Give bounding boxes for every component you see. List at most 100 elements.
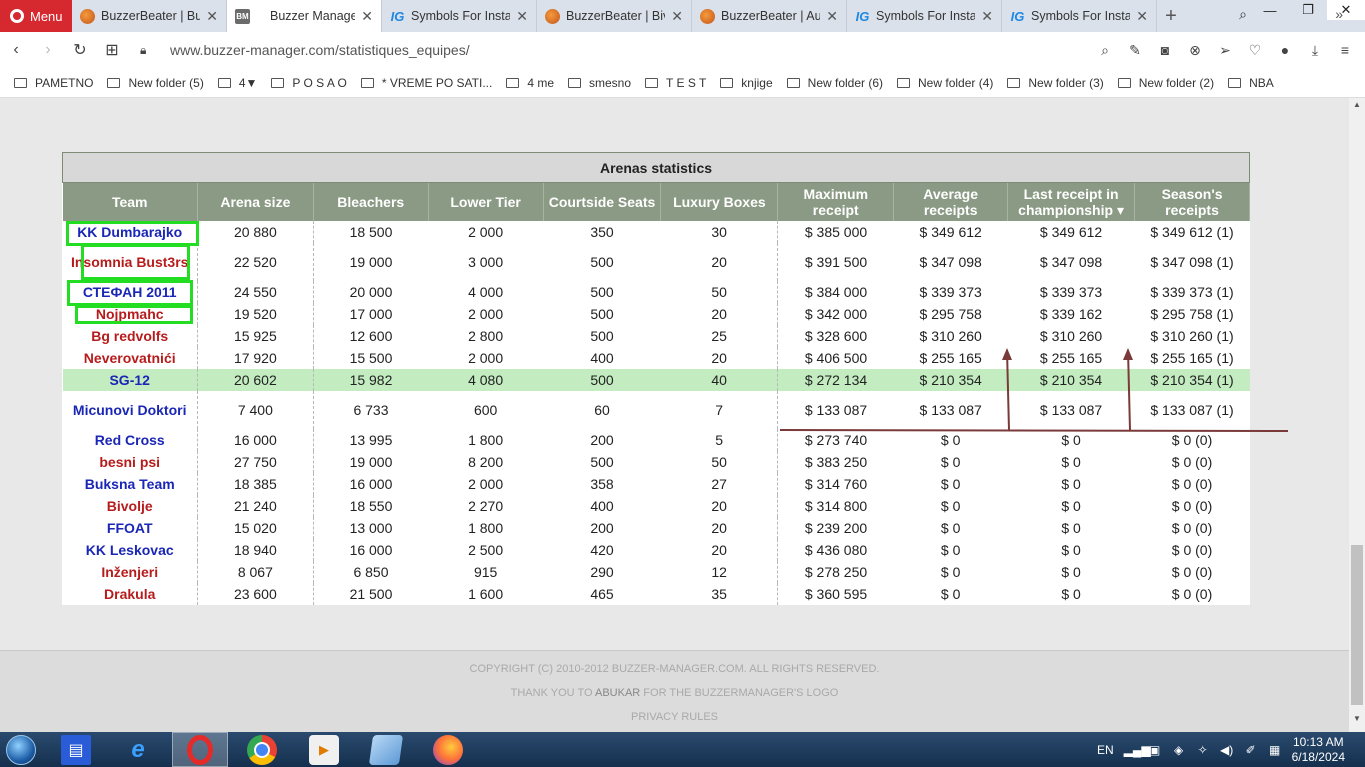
team-name-link[interactable]: SG-12	[62, 368, 198, 391]
tab-close-icon[interactable]: ✕	[1136, 8, 1148, 25]
team-name-link[interactable]: FFOAT	[62, 516, 198, 539]
team-name-link[interactable]: Bivolje	[62, 494, 198, 517]
lock-icon[interactable]: 🔒︎	[140, 43, 160, 58]
adblock-icon[interactable]: ⊗	[1185, 42, 1205, 59]
credit-link[interactable]: ABUKAR	[595, 687, 640, 699]
column-header[interactable]: Maximum receipt	[777, 182, 895, 221]
back-icon[interactable]: ‹	[0, 41, 32, 59]
tab-title: Symbols For Instag	[876, 9, 976, 23]
minimize-button[interactable]: —	[1251, 0, 1289, 20]
team-name-link[interactable]: besni psi	[62, 450, 198, 473]
profile-icon[interactable]: ●	[1275, 42, 1295, 58]
camera-icon[interactable]: ◙	[1155, 42, 1175, 58]
tab-close-icon[interactable]: ✕	[361, 8, 373, 25]
bookmark-folder[interactable]: NBA	[1228, 76, 1274, 90]
table-cell: $ 310 260	[1039, 327, 1103, 344]
column-header[interactable]: Luxury Boxes	[660, 182, 779, 221]
bookmark-folder[interactable]: New folder (5)	[107, 76, 204, 90]
taskbar-app-ie[interactable]: e	[110, 732, 166, 767]
tab-close-icon[interactable]: ✕	[516, 8, 528, 25]
bookmark-folder[interactable]: 4 me	[506, 76, 554, 90]
browser-tab[interactable]: IG Symbols For Instag ✕	[382, 0, 537, 32]
forward-icon[interactable]: ›	[32, 41, 64, 59]
settings-menu-icon[interactable]: ≡	[1335, 42, 1355, 58]
table-cell: 7 400	[197, 390, 314, 429]
scrollbar-thumb[interactable]	[1351, 545, 1363, 705]
taskbar-app-media[interactable]: ▶	[296, 732, 352, 767]
bookmark-folder[interactable]: New folder (2)	[1117, 76, 1214, 90]
bookmark-folder[interactable]: smesno	[568, 76, 631, 90]
team-name-link[interactable]: Inženjeri	[62, 560, 198, 583]
privacy-link[interactable]: PRIVACY RULES	[0, 711, 1349, 723]
reload-icon[interactable]: ↻	[64, 40, 96, 60]
url-field[interactable]: www.buzzer-manager.com/statistiques_equi…	[170, 42, 470, 58]
tab-close-icon[interactable]: ✕	[981, 8, 993, 25]
bookmark-folder[interactable]: New folder (4)	[897, 76, 993, 90]
browser-tab[interactable]: IG Symbols For Instag ✕	[847, 0, 1002, 32]
tab-close-icon[interactable]: ✕	[671, 8, 683, 25]
browser-tab[interactable]: BuzzerBeater | Aud ✕	[692, 0, 847, 32]
edit-icon[interactable]: ✎	[1125, 42, 1145, 59]
heart-icon[interactable]: ♡	[1245, 42, 1265, 59]
bookmark-folder[interactable]: New folder (3)	[1007, 76, 1104, 90]
team-name-link[interactable]: Bg redvolfs	[62, 324, 198, 347]
tab-search-icon[interactable]: ⌕	[1239, 6, 1247, 23]
bookmark-folder[interactable]: * VREME PO SATI...	[360, 76, 492, 90]
taskbar-app-chrome[interactable]	[234, 732, 290, 767]
table-cell: $ 295 758 (1)	[1150, 305, 1234, 322]
network-icon[interactable]: ◈	[1172, 743, 1186, 757]
volume-icon[interactable]: ◀)	[1220, 743, 1234, 757]
team-name-link[interactable]: KK Leskovac	[62, 538, 198, 561]
team-name-link[interactable]: Buksna Team	[62, 472, 198, 495]
column-header[interactable]: Lower Tier	[428, 182, 544, 221]
tool-icon[interactable]: ✧	[1196, 743, 1210, 757]
column-header[interactable]: Courtside Seats	[543, 182, 662, 221]
zoom-icon[interactable]: ⌕	[1095, 42, 1115, 59]
bookmark-folder[interactable]: T E S T	[645, 76, 706, 90]
column-header[interactable]: Arena size	[197, 182, 314, 221]
browser-tab[interactable]: BM Buzzer Manager : s ✕	[227, 0, 382, 32]
clock[interactable]: 10:13 AM 6/18/2024	[1292, 735, 1345, 765]
browser-tab[interactable]: BuzzerBeater | Buzz ✕	[72, 0, 227, 32]
send-icon[interactable]: ➢	[1215, 42, 1235, 59]
team-name-link[interactable]: Drakula	[62, 582, 198, 605]
bookmark-folder[interactable]: 4▼	[217, 76, 257, 90]
taskbar-app-floppy[interactable]: ▤	[48, 732, 104, 767]
language-indicator[interactable]: EN	[1097, 743, 1114, 757]
browser-tab[interactable]: IG Symbols For Instag ✕	[1002, 0, 1157, 32]
column-header[interactable]: Average receipts	[893, 182, 1009, 221]
opera-menu-button[interactable]: Menu	[0, 0, 72, 32]
team-name-link[interactable]: Red Cross	[62, 428, 198, 451]
start-button[interactable]	[0, 732, 42, 767]
tab-close-icon[interactable]: ✕	[826, 8, 838, 25]
column-header[interactable]: Bleachers	[313, 182, 429, 221]
column-header[interactable]: Team	[62, 182, 198, 221]
table-cell: $ 272 134	[777, 368, 894, 391]
signal-icon[interactable]: ▂▄▆	[1124, 743, 1151, 757]
more-bookmarks-icon[interactable]: »	[1335, 6, 1343, 22]
close-window-button[interactable]: ✕	[1327, 0, 1365, 20]
bookmark-folder[interactable]: P O S A O	[271, 76, 347, 90]
speed-dial-icon[interactable]: ⊞	[96, 40, 128, 60]
column-header[interactable]: Season's receipts	[1134, 182, 1250, 221]
team-name-link[interactable]: Neverovatnići	[62, 346, 198, 369]
taskbar-app-opera[interactable]	[172, 732, 228, 767]
bookmark-folder[interactable]: knjige	[720, 76, 773, 90]
team-name-link[interactable]: Micunovi Doktori	[62, 390, 198, 429]
display-icon[interactable]: ▣	[1148, 743, 1162, 757]
taskbar-app-notes[interactable]	[358, 732, 414, 767]
apps-grid-icon[interactable]: ▦	[1268, 743, 1282, 757]
sortable-column-header[interactable]: Last receipt in championship ▾	[1007, 182, 1136, 221]
pen-icon[interactable]: ✐	[1244, 743, 1258, 757]
bookmark-folder[interactable]: New folder (6)	[786, 76, 883, 90]
download-icon[interactable]: ⤓	[1305, 42, 1325, 59]
notes-icon	[368, 734, 404, 765]
tab-close-icon[interactable]: ✕	[206, 8, 218, 25]
new-tab-button[interactable]: +	[1157, 0, 1185, 32]
restore-button[interactable]: ❐	[1289, 0, 1327, 20]
bookmark-folder[interactable]: PAMETNO	[14, 76, 93, 90]
scroll-down-icon[interactable]: ▼	[1349, 714, 1365, 728]
taskbar-app-firefox[interactable]	[420, 732, 476, 767]
scroll-up-icon[interactable]: ▲	[1349, 100, 1365, 114]
browser-tab[interactable]: BuzzerBeater | Bivo ✕	[537, 0, 692, 32]
